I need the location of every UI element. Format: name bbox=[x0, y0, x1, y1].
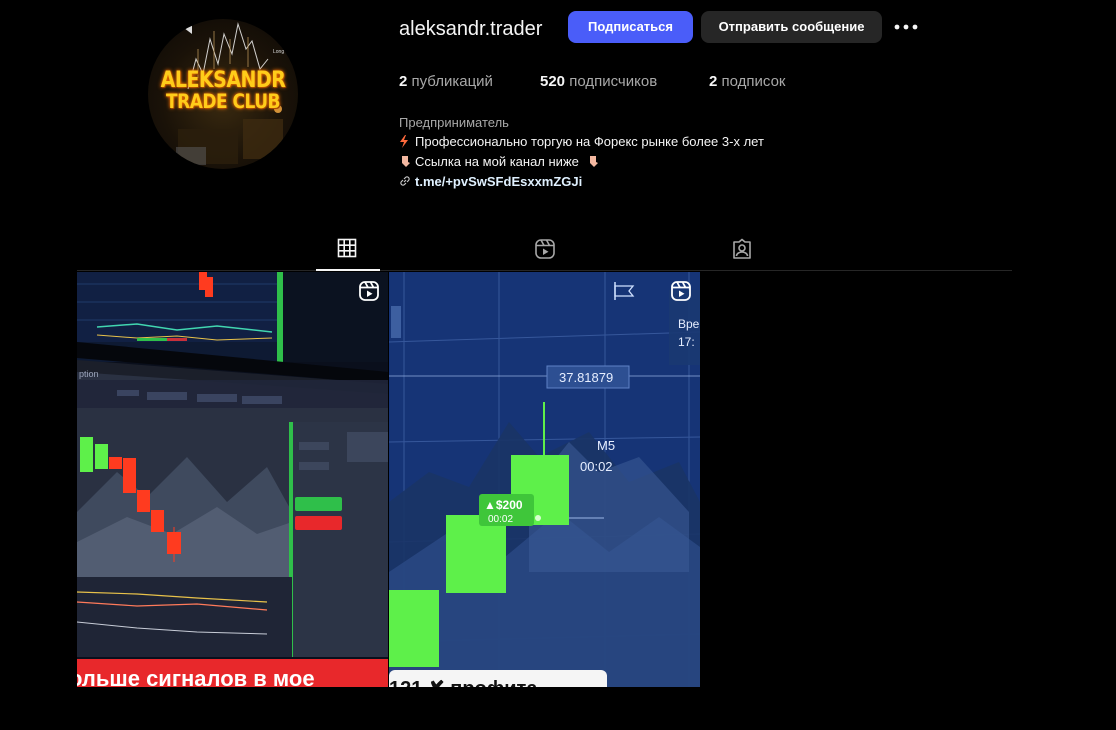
more-options-icon[interactable] bbox=[893, 17, 919, 37]
profile-page: ALEKSANDR TRADE CLUB Long aleksandr.trad… bbox=[0, 0, 1116, 730]
lightning-icon bbox=[399, 133, 415, 152]
post-2-side-time: 17: bbox=[678, 335, 695, 349]
post-2-trade-timer: 00:02 bbox=[488, 514, 514, 525]
reels-icon bbox=[535, 239, 555, 259]
following-count-value: 2 bbox=[709, 73, 718, 90]
bio-line-2: Ссылка на мой канал ниже bbox=[399, 152, 764, 172]
pointing-down-icon bbox=[399, 153, 415, 172]
following-count-label: подписок bbox=[721, 73, 786, 90]
follow-button[interactable]: Подписаться bbox=[568, 11, 693, 43]
grid-icon bbox=[337, 238, 357, 258]
followers-count[interactable]: 520 подписчиков bbox=[540, 73, 657, 91]
post-thumbnail-2[interactable]: 37.81879 M5 00:02 ▲$200 00:02 Вре 17: 12… bbox=[389, 272, 700, 687]
post-2-trade-amount: ▲$200 bbox=[484, 498, 523, 512]
tab-reels[interactable] bbox=[513, 228, 577, 270]
reel-indicator-icon bbox=[359, 281, 379, 301]
post-2-timeframe: M5 bbox=[597, 438, 616, 453]
posts-count-label: публикаций bbox=[411, 73, 493, 90]
profile-avatar[interactable]: ALEKSANDR TRADE CLUB Long bbox=[148, 19, 298, 169]
posts-count-value: 2 bbox=[399, 73, 408, 90]
post-2-side-text: Вре bbox=[678, 317, 700, 331]
following-count[interactable]: 2 подписок bbox=[709, 73, 785, 91]
bio-line-1-text: Профессионально торгую на Форекс рынке б… bbox=[415, 134, 764, 149]
tab-posts[interactable] bbox=[316, 228, 380, 270]
pointing-down-icon-2 bbox=[587, 153, 603, 172]
avatar-logo-line1: ALEKSANDR bbox=[160, 67, 286, 93]
post-1-banner-text: ольше сигналов в мое bbox=[77, 666, 315, 687]
avatar-small-text: Long bbox=[273, 49, 285, 55]
bio-line-1: Профессионально торгую на Форекс рынке б… bbox=[399, 132, 764, 152]
bio-line-2-text: Ссылка на мой канал ниже bbox=[415, 154, 579, 169]
bio-external-link[interactable]: t.me/+pvSwSFdEsxxmZGJi bbox=[415, 174, 582, 189]
active-tab-indicator bbox=[316, 269, 380, 271]
bio-category: Предприниматель bbox=[399, 115, 509, 130]
tabs-divider bbox=[77, 270, 1012, 271]
post-1-app-label: ption bbox=[79, 369, 99, 379]
link-icon bbox=[399, 173, 415, 192]
profile-username: aleksandr.trader bbox=[399, 18, 543, 40]
post-2-timer: 00:02 bbox=[580, 459, 613, 474]
post-thumbnail-1[interactable]: ption ольше сигналов в мое bbox=[77, 272, 388, 687]
followers-count-value: 520 bbox=[540, 73, 566, 90]
bio-link-row: t.me/+pvSwSFdEsxxmZGJi bbox=[399, 172, 764, 192]
post-2-trading-screenshot bbox=[389, 272, 700, 687]
tab-tagged[interactable] bbox=[710, 228, 774, 270]
avatar-logo-line2: TRADE CLUB bbox=[166, 90, 280, 114]
followers-count-label: подписчиков bbox=[569, 73, 658, 90]
tagged-icon bbox=[733, 238, 751, 259]
post-2-banner-text: 121 ✘ профита bbox=[389, 676, 537, 687]
post-1-trading-screenshot bbox=[77, 272, 388, 687]
posts-count: 2 публикаций bbox=[399, 73, 493, 91]
reel-indicator-icon bbox=[671, 281, 691, 301]
post-2-price-label: 37.81879 bbox=[559, 370, 614, 385]
send-message-button[interactable]: Отправить сообщение bbox=[701, 11, 882, 43]
profile-bio: Предприниматель Профессионально торгую н… bbox=[399, 113, 764, 192]
